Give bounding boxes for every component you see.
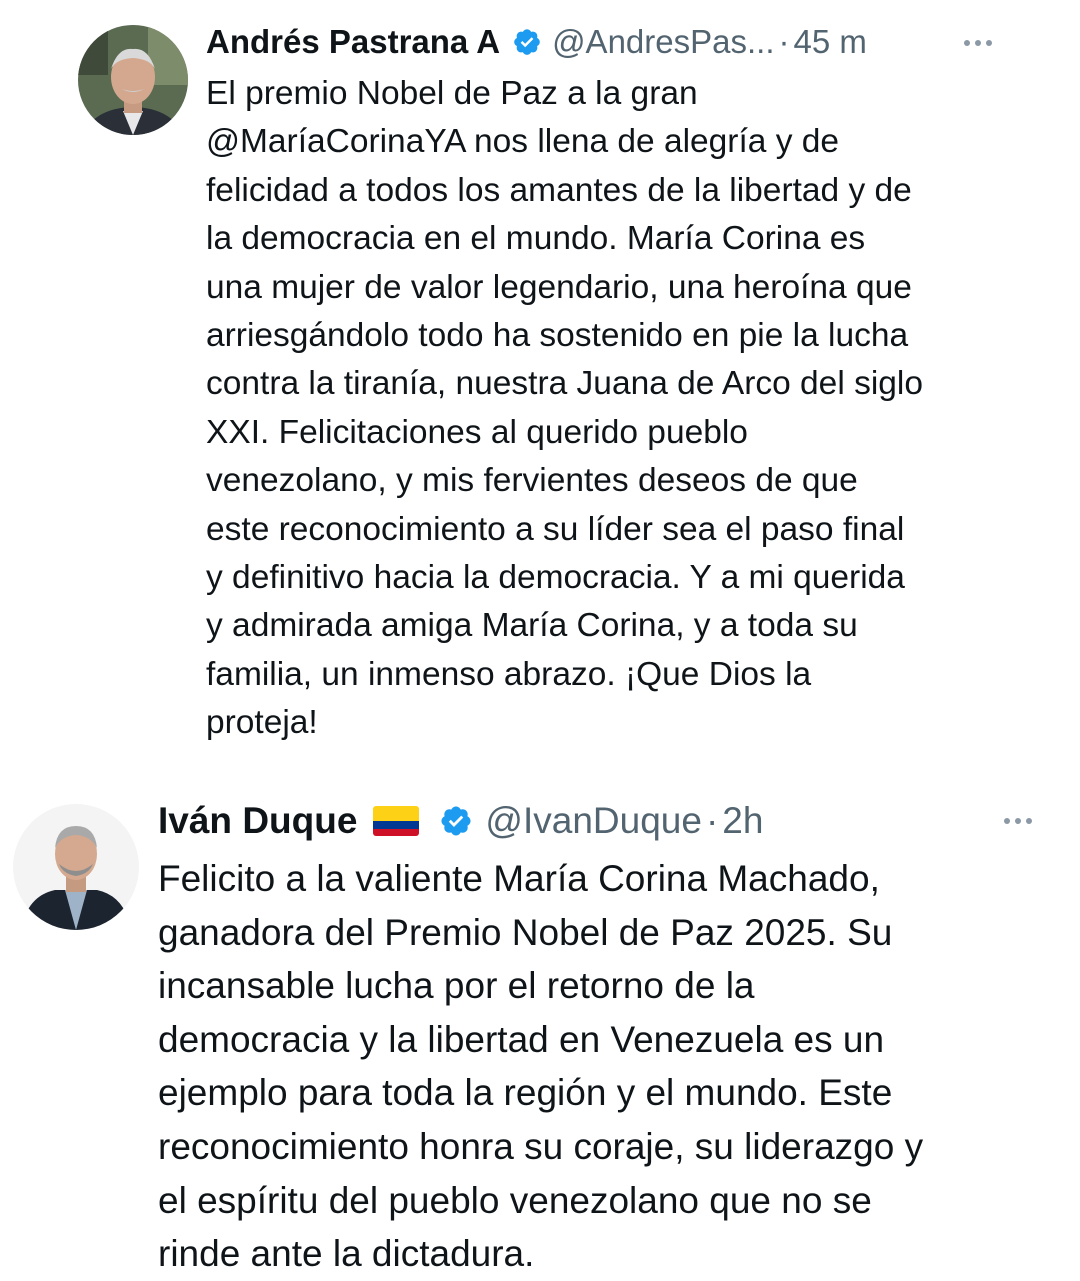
timestamp[interactable]: 2h	[722, 800, 763, 842]
avatar[interactable]	[13, 804, 139, 930]
colombia-flag-icon	[373, 806, 420, 836]
tweet[interactable]: Iván Duque @IvanDuque · 2h Felicito a la…	[0, 780, 1080, 1274]
tweet-header: Andrés Pastrana A @AndresPas... · 45 m	[206, 14, 1026, 70]
author-handle[interactable]: @IvanDuque	[485, 800, 702, 842]
author-name[interactable]: Iván Duque	[158, 800, 357, 842]
tweet-text-after: nos llena de alegría y de felicidad a to…	[206, 123, 923, 742]
mention-link[interactable]: @MaríaCorinaYA	[206, 123, 465, 160]
tweet-text: Felicito a la valiente María Corina Mach…	[158, 858, 924, 1275]
avatar-image	[13, 804, 139, 930]
avatar-image	[78, 25, 188, 135]
tweet[interactable]: Andrés Pastrana A @AndresPas... · 45 m E…	[0, 0, 1080, 780]
tweet-text-before: El premio Nobel de Paz a la gran	[206, 75, 698, 112]
author-name[interactable]: Andrés Pastrana A	[206, 23, 500, 61]
more-options-icon[interactable]	[1004, 818, 1032, 824]
author-handle[interactable]: @AndresPas...	[552, 23, 774, 61]
verified-badge-icon	[439, 804, 473, 838]
tweet-text: El premio Nobel de Paz a la gran @MaríaC…	[206, 70, 1026, 748]
tweet-body: Iván Duque @IvanDuque · 2h Felicito a la…	[158, 792, 1058, 1281]
tweet-header: Iván Duque @IvanDuque · 2h	[158, 792, 1058, 850]
timestamp[interactable]: 45 m	[794, 23, 867, 61]
more-options-icon[interactable]	[964, 40, 992, 46]
verified-badge-icon	[512, 27, 542, 57]
tweet-body: Andrés Pastrana A @AndresPas... · 45 m E…	[206, 14, 1026, 748]
avatar[interactable]	[78, 25, 188, 135]
separator-dot: ·	[778, 23, 790, 60]
separator-dot: ·	[705, 800, 719, 841]
